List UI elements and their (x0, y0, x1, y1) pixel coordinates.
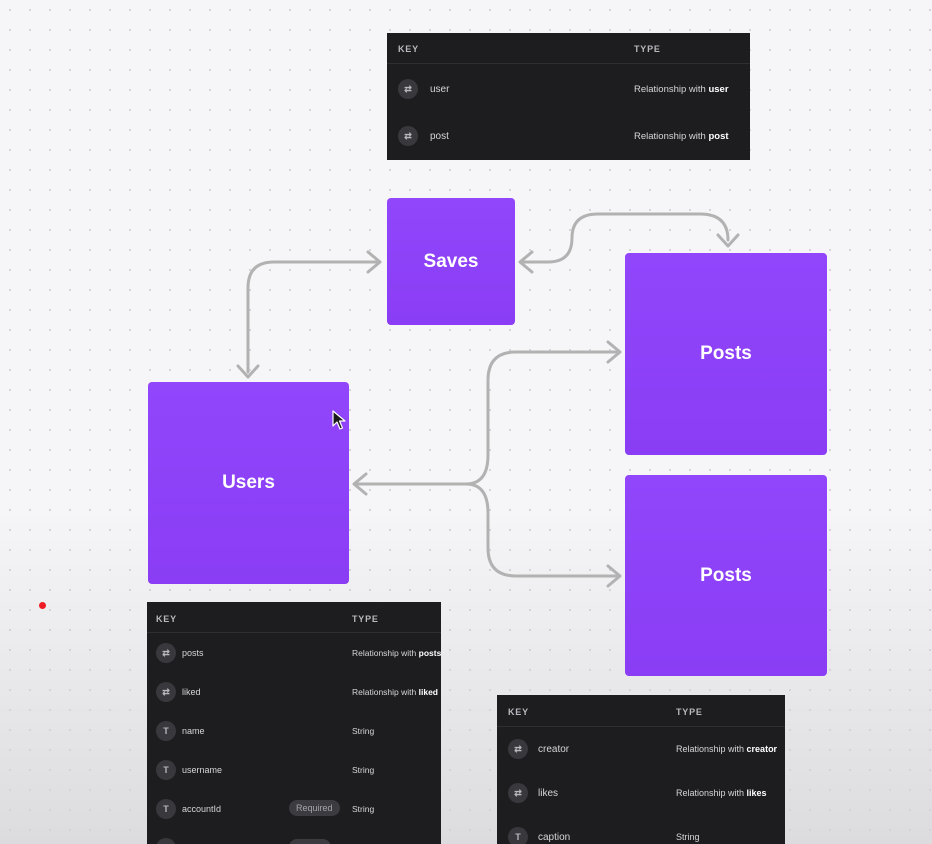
pointer-cursor-icon (332, 410, 346, 430)
field-key: posts (182, 648, 204, 658)
posts-node-bottom[interactable]: Posts (625, 475, 827, 676)
table-row[interactable]: T accountId Required String (147, 789, 441, 828)
field-type: String (352, 804, 375, 814)
users-posts-connector-lower (464, 482, 618, 578)
field-key: user (430, 84, 450, 95)
users-posts-connector-upper (464, 350, 618, 486)
field-key: name (182, 726, 205, 736)
badge-partial (289, 839, 331, 844)
field-key: likes (538, 788, 559, 799)
field-type: Relationship with likes (676, 788, 767, 798)
table-row-partial (147, 828, 441, 844)
table-row[interactable]: T name String (147, 711, 441, 750)
table-header: KEY TYPE (147, 602, 441, 633)
field-type: Relationship with user (634, 84, 729, 95)
field-key: accountId (182, 804, 222, 814)
table-row[interactable]: ⇄ post Relationship with post (387, 111, 750, 158)
users-schema-table: KEY TYPE ⇄ posts Relationship with posts… (147, 602, 441, 844)
users-node[interactable]: Users (148, 382, 349, 584)
field-type: String (352, 765, 375, 775)
saves-schema-table: KEY TYPE ⇄ user Relationship with user ⇄… (387, 33, 750, 160)
table-row[interactable]: ⇄ posts Relationship with posts (147, 633, 441, 672)
type-column-header: TYPE (352, 614, 379, 624)
table-header: KEY TYPE (387, 33, 750, 64)
field-key: creator (538, 744, 570, 755)
field-type: Relationship with posts (352, 648, 441, 658)
relationship-icon: ⇄ (398, 126, 418, 146)
field-type: String (352, 726, 375, 736)
diagram-canvas: KEY TYPE ⇄ user Relationship with user ⇄… (0, 0, 932, 844)
saves-node-label: Saves (423, 250, 479, 272)
posts-node-top[interactable]: Posts (625, 253, 827, 455)
posts-node-label: Posts (700, 564, 752, 586)
type-column-header: TYPE (676, 707, 703, 717)
key-column-header: KEY (156, 614, 177, 624)
field-key: username (182, 765, 223, 775)
type-column-header: TYPE (634, 44, 661, 54)
relationship-icon: ⇄ (156, 643, 176, 663)
recording-marker-dot (39, 602, 46, 609)
table-row[interactable]: ⇄ likes Relationship with likes (497, 771, 785, 815)
relationship-icon: ⇄ (508, 739, 528, 759)
key-column-header: KEY (508, 707, 529, 717)
posts-node-label: Posts (700, 343, 752, 364)
field-type: Relationship with creator (676, 744, 778, 754)
text-type-icon: T (156, 799, 176, 819)
text-type-icon: T (156, 721, 176, 741)
saves-node[interactable]: Saves (387, 198, 515, 325)
table-row[interactable]: ⇄ liked Relationship with liked (147, 672, 441, 711)
relationship-icon: ⇄ (398, 79, 418, 99)
field-key: caption (538, 832, 571, 843)
relationship-icon: ⇄ (156, 682, 176, 702)
field-type: Relationship with post (634, 131, 729, 142)
required-badge: Required (289, 800, 340, 816)
table-row[interactable]: T caption String (497, 815, 785, 844)
relationship-icon: ⇄ (508, 783, 528, 803)
field-key: liked (182, 687, 201, 697)
field-type: Relationship with liked (352, 687, 438, 697)
users-saves-connector (246, 260, 380, 374)
text-type-icon: T (156, 760, 176, 780)
table-row[interactable]: ⇄ creator Relationship with creator (497, 727, 785, 771)
field-type-icon (156, 838, 176, 844)
posts-schema-table: KEY TYPE ⇄ creator Relationship with cre… (497, 695, 785, 844)
users-node-label: Users (222, 472, 275, 493)
text-type-icon: T (508, 827, 528, 844)
field-type: String (676, 832, 700, 842)
table-header: KEY TYPE (497, 695, 785, 727)
table-row[interactable]: T username String (147, 750, 441, 789)
field-key: post (430, 131, 449, 142)
key-column-header: KEY (398, 44, 419, 54)
table-row[interactable]: ⇄ user Relationship with user (387, 64, 750, 111)
